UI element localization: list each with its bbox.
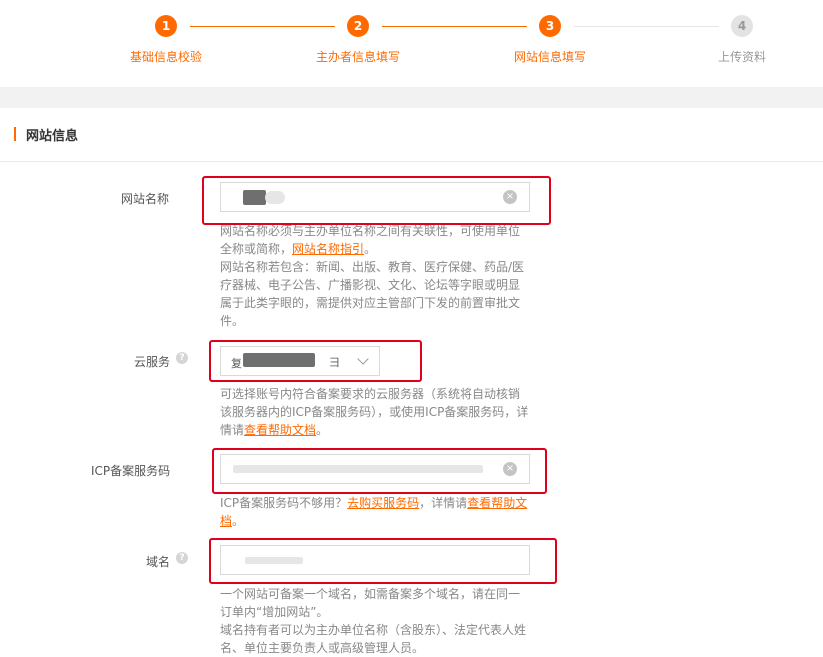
site-name-guide-link[interactable]: 网站名称指引: [292, 242, 364, 256]
annotation-box-cloud-service: [209, 340, 422, 382]
site-name-hint-2: 网站名称若包含：新闻、出版、教育、医疗保健、药品/医疗器械、电子公告、广播影视、…: [220, 260, 525, 328]
step-1-label: 基础信息校验: [130, 50, 203, 64]
help-icon[interactable]: ?: [176, 352, 188, 364]
cloud-service-hint: 可选择账号内符合备案要求的云服务器（系统将自动核销该服务器内的ICP备案服务码）…: [220, 385, 530, 439]
domain-hint-1: 一个网站可备案一个域名，如需备案多个域名，请在同一订单内“增加网站”。: [220, 587, 521, 619]
step-4-label: 上传资料: [718, 50, 767, 64]
help-doc-link[interactable]: 查看帮助文档: [244, 423, 316, 437]
cloud-service-hint-end: 。: [316, 423, 329, 437]
progress-stepper: 1 2 3 4 基础信息校验 主办者信息填写 网站信息填写 上传资料: [0, 0, 823, 86]
step-connector-2-3: [382, 26, 527, 27]
step-connector-1-2: [190, 26, 335, 27]
step-2-circle: 2: [347, 15, 369, 37]
step-3-label: 网站信息填写: [514, 50, 587, 64]
cloud-service-label: 云服务: [134, 355, 171, 369]
icp-code-hint-end: 。: [232, 514, 245, 528]
section-accent-bar: [14, 127, 16, 141]
step-1-circle: 1: [155, 15, 177, 37]
domain-label: 域名: [146, 555, 171, 569]
domain-hint-2: 域名持有者可以为主办单位名称（含股东）、法定代表人姓名、单位主要负责人或高级管理…: [220, 623, 527, 655]
annotation-box-domain: [209, 538, 557, 584]
step-2-label: 主办者信息填写: [316, 50, 401, 64]
icp-code-hint-middle: ，详情请: [419, 496, 468, 510]
annotation-box-icp-code: [212, 448, 547, 494]
site-name-hint-end: 。: [364, 242, 377, 256]
domain-hint: 一个网站可备案一个域名，如需备案多个域名，请在同一订单内“增加网站”。 域名持有…: [220, 585, 530, 657]
site-name-label: 网站名称: [121, 192, 170, 206]
help-icon[interactable]: ?: [176, 552, 188, 564]
section-title: 网站信息: [26, 129, 79, 144]
icp-code-hint: ICP备案服务码不够用？去购买服务码，详情请查看帮助文档。: [220, 494, 530, 530]
step-3-circle: 3: [539, 15, 561, 37]
cloud-service-hint-1: 可选择账号内符合备案要求的云服务器（系统将自动核销该服务器内的ICP备案服务码）…: [220, 385, 530, 439]
step-4-circle: 4: [731, 15, 753, 37]
icp-code-hint-1: ICP备案服务码不够用？去购买服务码，详情请查看帮助文档。: [220, 494, 530, 530]
site-name-hint-1: 网站名称必须与主办单位名称之间有关联性，可使用单位全称或简称，网站名称指引。: [220, 222, 530, 258]
icp-code-hint-text: ICP备案服务码不够用？: [220, 496, 348, 510]
section-divider: [0, 161, 823, 162]
buy-service-code-link[interactable]: 去购买服务码: [347, 496, 419, 510]
step-connector-3-4: [574, 26, 719, 27]
icp-code-label: ICP备案服务码: [91, 464, 171, 478]
section-separator: [0, 87, 823, 108]
annotation-box-site-name: [202, 176, 551, 225]
site-name-hint: 网站名称必须与主办单位名称之间有关联性，可使用单位全称或简称，网站名称指引。 网…: [220, 222, 530, 330]
